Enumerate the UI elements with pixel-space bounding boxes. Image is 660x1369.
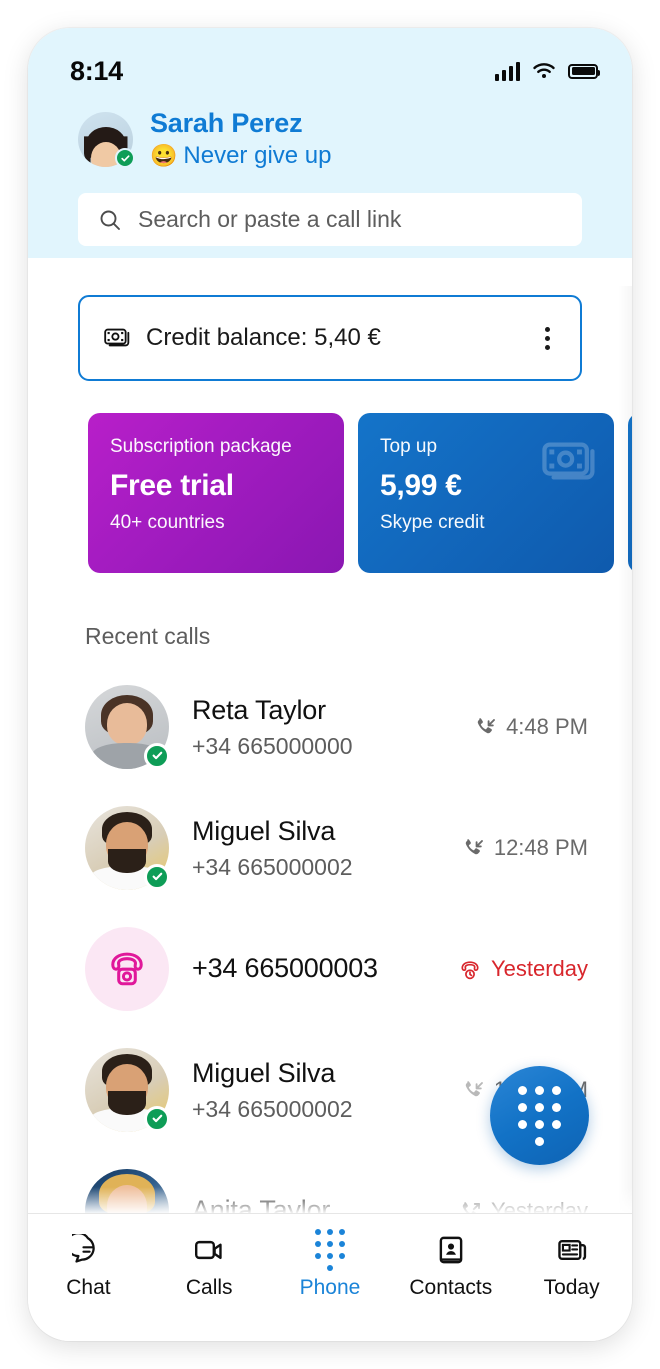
- tab-label: Today: [543, 1276, 600, 1299]
- tab-today[interactable]: Today: [511, 1233, 632, 1300]
- promo-subtitle: 40+ countries: [110, 511, 225, 533]
- presence-badge-available: [144, 1105, 170, 1132]
- call-missed-icon: [458, 957, 482, 981]
- profile-text: Sarah Perez 😀 Never give up: [150, 108, 331, 171]
- profile-name: Sarah Perez: [150, 108, 303, 138]
- search-input[interactable]: Search or paste a call link: [78, 193, 582, 247]
- status-bar-icons: [495, 61, 600, 81]
- call-meta: Yesterday: [458, 956, 588, 982]
- avatar: [85, 805, 170, 890]
- avatar: [85, 1047, 170, 1132]
- call-time: 12:48 PM: [493, 834, 588, 860]
- dialpad-fab-button[interactable]: [490, 1066, 589, 1165]
- call-incoming-icon: [461, 1078, 485, 1102]
- contact-number: +34 665000003: [192, 953, 378, 983]
- tab-label: Chat: [66, 1276, 111, 1299]
- kebab-menu-icon[interactable]: [539, 321, 556, 356]
- promo-card-subscription[interactable]: Subscription package Free trial 40+ coun…: [88, 413, 344, 573]
- promo-title: Free trial: [110, 468, 234, 502]
- contact-name: Miguel Silva: [192, 816, 336, 847]
- bottom-navigation: Chat Calls Phone Contacts Today: [28, 1213, 632, 1341]
- tab-phone[interactable]: Phone: [270, 1229, 391, 1300]
- search-placeholder: Search or paste a call link: [138, 206, 402, 233]
- table-row[interactable]: +34 665000003 Yesterday: [28, 908, 632, 1029]
- phone-icon: [85, 926, 169, 1011]
- contact-number: +34 665000000: [192, 732, 353, 759]
- avatar: [85, 926, 169, 1011]
- phone-screen: 8:14 Sarah Perez 😀 Never give up Search …: [28, 28, 632, 1341]
- credit-balance-card[interactable]: Credit balance: 5,40 €: [78, 295, 582, 381]
- video-camera-icon: [193, 1233, 225, 1267]
- tab-label: Phone: [299, 1276, 361, 1299]
- tab-calls[interactable]: Calls: [149, 1233, 270, 1300]
- promo-subtitle: Skype credit: [380, 511, 485, 533]
- banknote-icon: [104, 328, 130, 347]
- chat-bubble-icon: [72, 1233, 104, 1267]
- mood-emoji: 😀: [150, 142, 178, 168]
- contact-number: +34 665000002: [192, 1095, 353, 1122]
- tab-label: Contacts: [409, 1276, 493, 1299]
- tab-contacts[interactable]: Contacts: [390, 1233, 511, 1300]
- signal-bars-icon: [495, 61, 520, 81]
- table-row[interactable]: Reta Taylor +34 665000000 4:48 PM: [28, 666, 632, 787]
- call-time: 4:48 PM: [506, 713, 588, 739]
- news-icon: [556, 1233, 588, 1267]
- tab-chat[interactable]: Chat: [28, 1233, 149, 1300]
- dialpad-icon: [518, 1085, 561, 1146]
- dialpad-icon: [314, 1229, 345, 1271]
- contact-name: Miguel Silva: [192, 1058, 336, 1089]
- call-info: Miguel Silva +34 665000002: [192, 814, 461, 880]
- avatar: [85, 684, 170, 769]
- profile-header[interactable]: Sarah Perez 😀 Never give up: [28, 92, 632, 171]
- status-bar: 8:14: [28, 28, 632, 92]
- call-incoming-icon: [473, 715, 497, 739]
- app-header: 8:14 Sarah Perez 😀 Never give up Search …: [28, 28, 632, 258]
- promo-kicker: Subscription package: [110, 436, 292, 457]
- avatar[interactable]: [78, 112, 135, 169]
- mood-text: Never give up: [183, 142, 332, 170]
- promo-card-topup[interactable]: Top up 5,99 € Skype credit: [358, 413, 614, 573]
- status-bar-clock: 8:14: [70, 55, 123, 86]
- call-info: Miguel Silva +34 665000002: [192, 1056, 461, 1122]
- table-row[interactable]: Miguel Silva +34 665000002 12:48 PM: [28, 787, 632, 908]
- presence-badge-available: [144, 742, 170, 769]
- battery-full-icon: [568, 63, 600, 79]
- recent-calls-title: Recent calls: [85, 623, 211, 649]
- call-incoming-icon: [461, 836, 485, 860]
- wifi-icon: [533, 62, 555, 78]
- credit-balance-label: Credit balance: 5,40 €: [146, 324, 381, 351]
- profile-mood[interactable]: 😀 Never give up: [150, 140, 331, 171]
- promo-card-topup-next[interactable]: T 1 S: [628, 413, 632, 573]
- call-meta: 12:48 PM: [461, 835, 588, 861]
- promo-kicker: Top up: [380, 436, 438, 457]
- call-meta: 4:48 PM: [473, 714, 588, 740]
- presence-badge-available: [115, 148, 135, 169]
- promo-carousel[interactable]: Subscription package Free trial 40+ coun…: [28, 413, 632, 573]
- call-info: +34 665000003: [192, 953, 458, 984]
- search-icon: [100, 210, 120, 230]
- contact-name: Reta Taylor: [192, 695, 326, 726]
- contact-number: +34 665000002: [192, 853, 353, 880]
- call-info: Reta Taylor +34 665000000: [192, 693, 473, 759]
- call-time: Yesterday: [490, 955, 588, 981]
- tab-label: Calls: [185, 1276, 233, 1299]
- contacts-book-icon: [435, 1233, 467, 1267]
- recent-calls-list: Reta Taylor +34 665000000 4:48 PM Miguel…: [28, 666, 632, 1271]
- credit-balance-left: Credit balance: 5,40 €: [104, 324, 539, 352]
- presence-badge-available: [144, 863, 170, 890]
